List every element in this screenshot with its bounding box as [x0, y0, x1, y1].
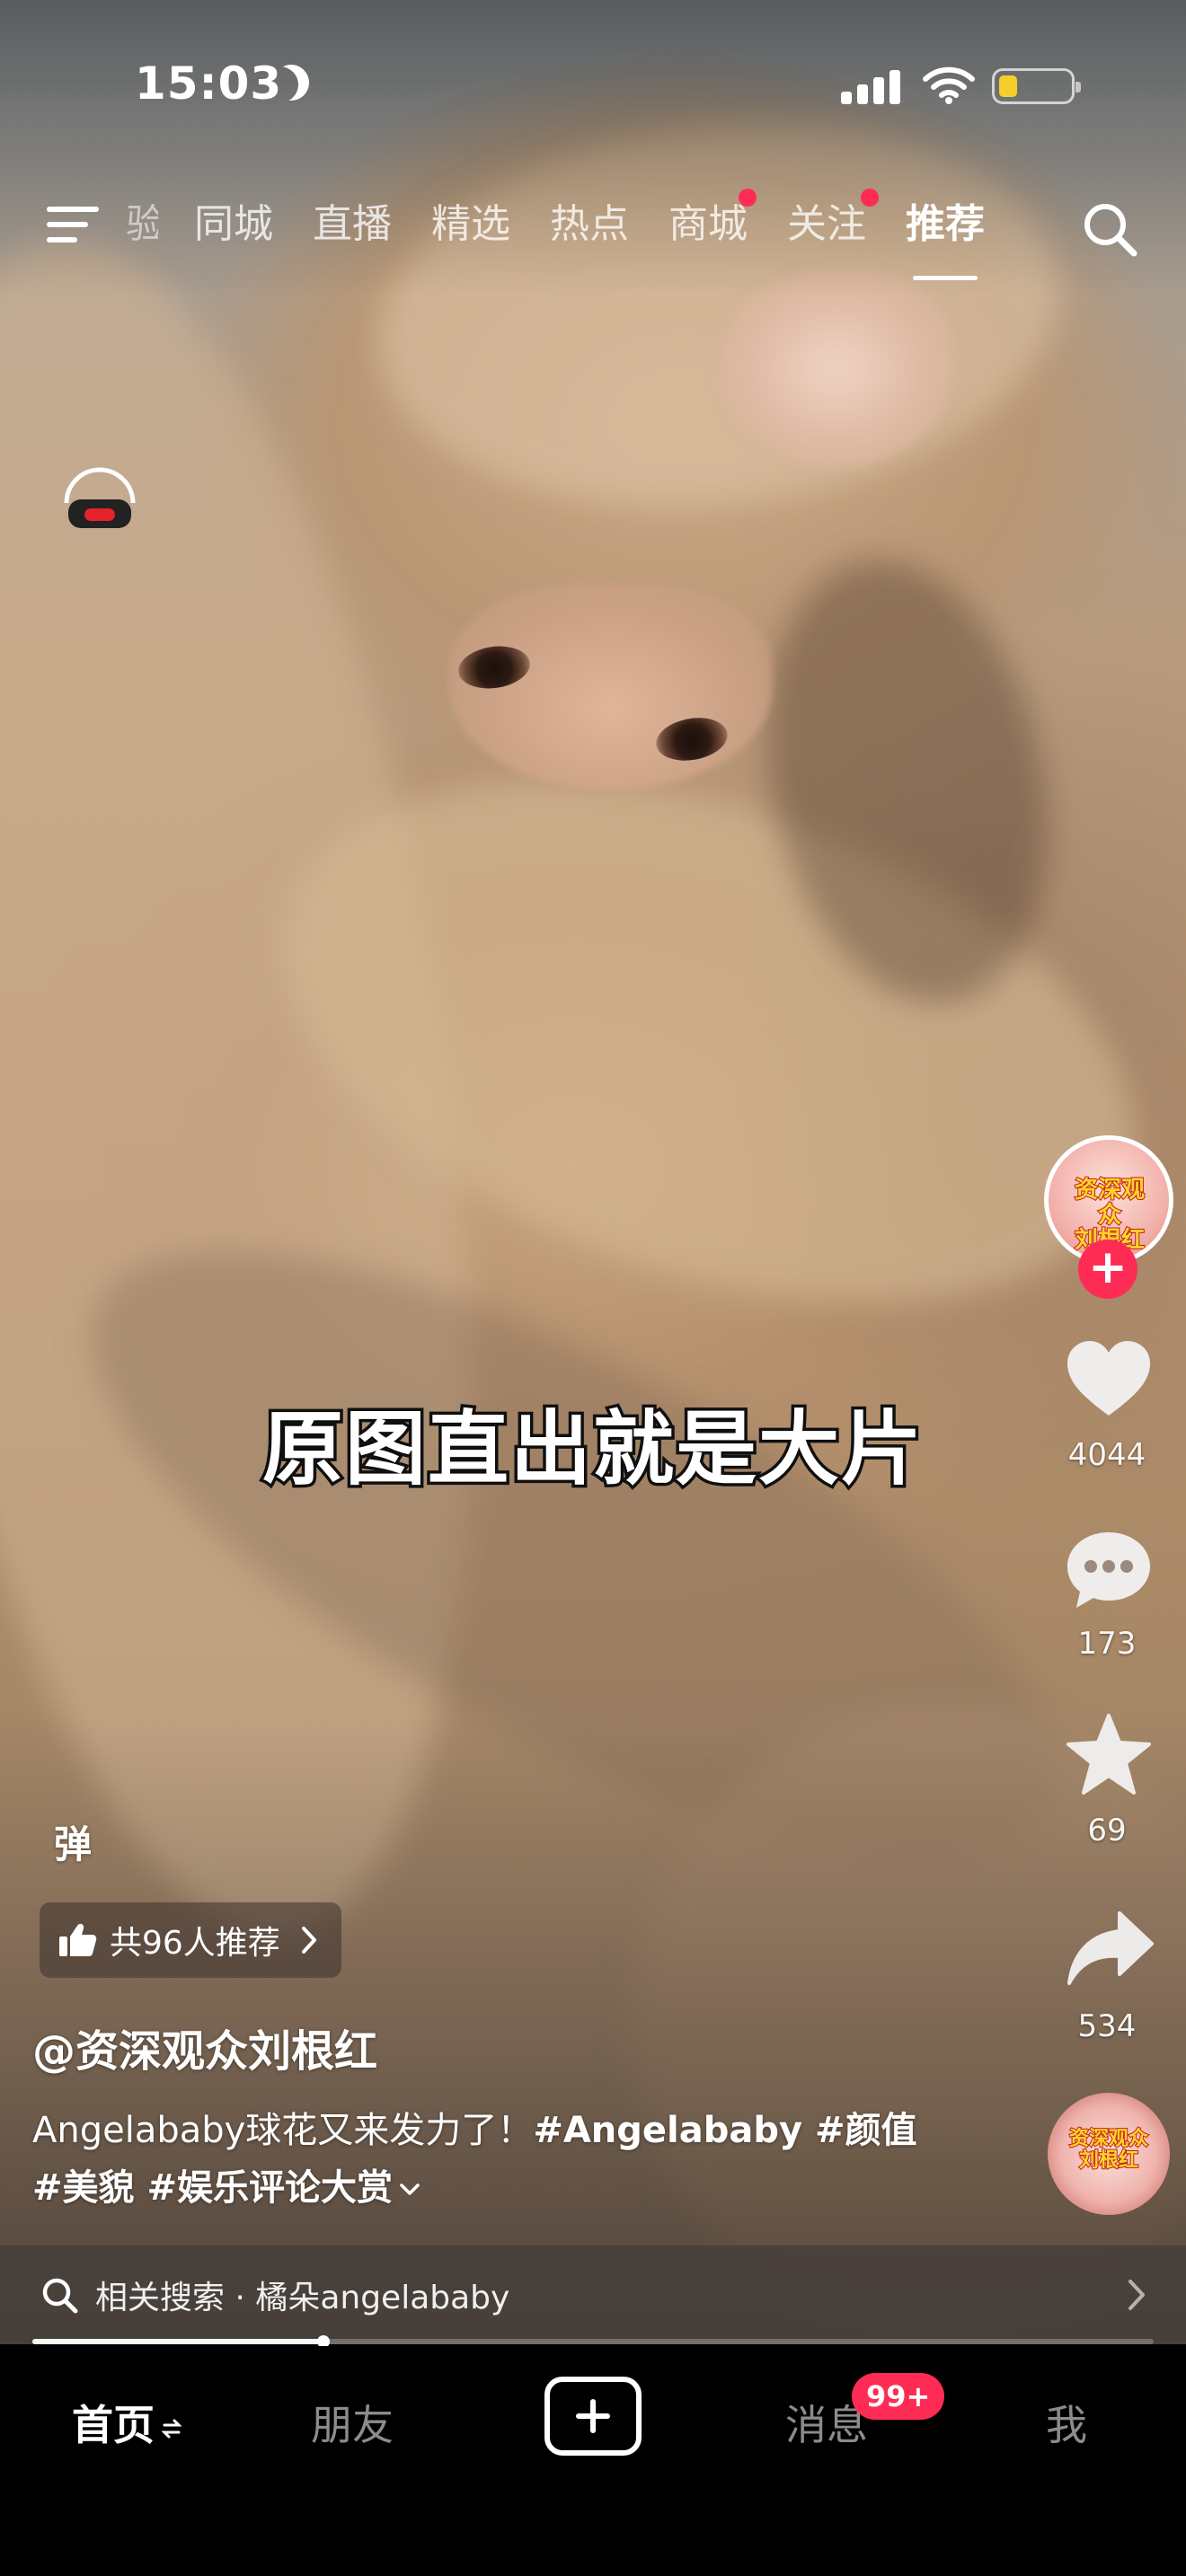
tab-featured[interactable]: 精选 [431, 196, 510, 268]
music-disc[interactable]: 资深观众 刘根红 [1048, 2093, 1170, 2215]
battery-icon [992, 68, 1081, 104]
danmu-toggle[interactable]: 弹 [54, 1814, 92, 1869]
video-player[interactable] [0, 0, 1186, 2344]
progress-fill [32, 2339, 324, 2344]
live-badge-icon[interactable] [59, 467, 140, 535]
menu-icon[interactable] [47, 203, 102, 246]
notification-dot [739, 189, 757, 207]
search-icon[interactable] [1078, 198, 1141, 260]
chevron-right-icon [301, 1927, 316, 1954]
share-icon[interactable] [1066, 1908, 1155, 1989]
disc-stamp: 资深观众 刘根红 [1068, 2128, 1149, 2173]
wifi-icon [923, 66, 975, 104]
create-button[interactable] [544, 2377, 642, 2456]
video-caption: 原图直出就是大片 [260, 1399, 925, 1500]
chevron-right-icon [1128, 2280, 1145, 2310]
author-name[interactable]: @资深观众刘根红 [32, 2016, 377, 2078]
follow-button[interactable]: + [1078, 1239, 1137, 1299]
tab-recommended[interactable]: 推荐 [906, 196, 985, 280]
top-tabs: 验 同城 直播 精选 热点 商城 关注 推荐 [126, 189, 1024, 280]
tab-following[interactable]: 关注 [787, 189, 879, 268]
tab-partial[interactable]: 验 [126, 196, 158, 268]
heart-icon[interactable] [1064, 1338, 1154, 1419]
tab-friends[interactable]: 朋友 [311, 2393, 394, 2452]
tab-mall-label: 商城 [668, 201, 748, 247]
video-hand [719, 269, 952, 467]
tab-home[interactable]: 首页 [72, 2393, 181, 2452]
comment-count: 173 [1077, 1626, 1137, 1662]
tab-same-city[interactable]: 同城 [194, 196, 273, 268]
search-icon [42, 2278, 78, 2314]
notification-dot [861, 189, 879, 207]
related-search-bar[interactable]: 相关搜索 · 橘朵angelababy [0, 2245, 1186, 2344]
expand-chevron-icon[interactable] [398, 2181, 421, 2199]
tab-me[interactable]: 我 [1046, 2393, 1087, 2452]
favorite-count: 69 [1087, 1813, 1127, 1848]
tab-mall[interactable]: 商城 [668, 189, 757, 268]
like-count: 4044 [1067, 1437, 1146, 1473]
star-icon[interactable] [1064, 1712, 1154, 1798]
tab-live[interactable]: 直播 [313, 196, 392, 268]
swap-icon [162, 2419, 181, 2438]
recommend-text: 共96人推荐 [110, 1925, 280, 1962]
thumbs-up-icon [59, 1923, 97, 1956]
video-description[interactable]: Angelababy球花又来发力了！#Angelababy #颜值 #美貌 #娱… [32, 2102, 1012, 2217]
share-count: 534 [1077, 2008, 1137, 2044]
messages-badge: 99+ [852, 2373, 945, 2420]
tab-hot[interactable]: 热点 [550, 196, 629, 268]
tab-following-label: 关注 [787, 201, 866, 247]
hashtags-line2[interactable]: #美貌 #娱乐评论大赏 [32, 2167, 393, 2209]
related-search-text: 相关搜索 · 橘朵angelababy [95, 2280, 510, 2316]
signal-icon [841, 68, 902, 104]
description-text: Angelababy球花又来发力了！ [32, 2110, 534, 2151]
comment-icon[interactable] [1064, 1527, 1154, 1613]
status-time: 15:03 [135, 57, 283, 110]
video-progress-bar[interactable] [32, 2335, 1154, 2348]
hashtags-line1[interactable]: #Angelababy #颜值 [533, 2110, 916, 2151]
bottom-tab-bar: 首页 朋友 消息 99+ 我 [0, 2346, 1186, 2576]
recommend-chip[interactable]: 共96人推荐 [40, 1902, 341, 1978]
tab-home-label: 首页 [72, 2401, 155, 2449]
